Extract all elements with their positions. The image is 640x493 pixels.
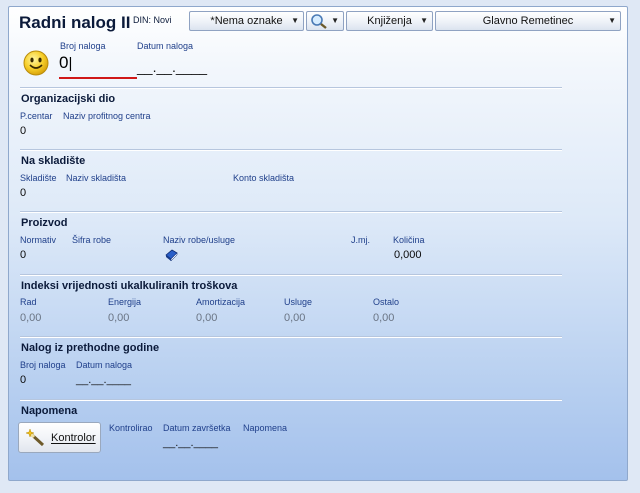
index-usluge-label: Usluge xyxy=(284,297,313,307)
index-amortizacija-label: Amortizacija xyxy=(196,297,246,307)
warehouse-input[interactable]: 0 xyxy=(20,187,26,199)
input-validation-underline xyxy=(59,77,137,79)
pcentar-label: P.centar xyxy=(20,111,53,121)
org-section-title: Organizacijski dio xyxy=(21,93,116,105)
indices-section-title: Indeksi vrijednosti ukalkuliranih troško… xyxy=(21,280,238,292)
prev-order-date-input[interactable]: __.__.____ xyxy=(76,374,131,386)
index-energija-label: Energija xyxy=(108,297,142,307)
knjizenja-combo[interactable]: Knjiženja ▼ xyxy=(346,11,433,31)
prev-order-number-label: Broj naloga xyxy=(20,360,66,370)
tag-combo[interactable]: *Nema oznake ▼ xyxy=(189,11,304,31)
location-combo-value: Glavno Remetinec xyxy=(482,15,574,27)
warehouse-account-label: Konto skladišta xyxy=(233,173,295,183)
index-ostalo-label: Ostalo xyxy=(373,297,400,307)
index-ostalo-input[interactable]: 0,00 xyxy=(373,312,394,324)
end-date-label: Datum završetka xyxy=(163,423,231,433)
chevron-down-icon: ▼ xyxy=(608,16,616,25)
index-amortizacija-input[interactable]: 0,00 xyxy=(196,312,217,324)
din-status: DIN: Novi xyxy=(133,15,172,25)
sifra-robe-label: Šifra robe xyxy=(72,235,112,245)
warehouse-label: Skladište xyxy=(20,173,57,183)
separator xyxy=(20,399,562,401)
index-rad-label: Rad xyxy=(20,297,37,307)
knjizenja-combo-value: Knjiženja xyxy=(367,15,412,27)
page-title: Radni nalog II xyxy=(19,13,131,32)
profit-center-name-label: Naziv profitnog centra xyxy=(63,111,151,121)
normativ-label: Normativ xyxy=(20,235,57,245)
prev-order-date-label: Datum naloga xyxy=(76,360,133,370)
order-number-input[interactable]: 0| xyxy=(59,53,72,73)
index-usluge-input[interactable]: 0,00 xyxy=(284,312,305,324)
unit-label: J.mj. xyxy=(351,235,370,245)
order-date-input[interactable]: __.__.____ xyxy=(137,59,207,75)
chevron-down-icon: ▼ xyxy=(420,16,428,25)
pcentar-input[interactable]: 0 xyxy=(20,125,26,137)
kontrolor-button[interactable]: Kontrolor xyxy=(18,422,101,453)
search-dropdown-button[interactable]: ▼ xyxy=(306,11,344,31)
note-section-title: Napomena xyxy=(21,405,78,417)
index-energija-input[interactable]: 0,00 xyxy=(108,312,129,324)
separator xyxy=(20,149,562,151)
chevron-down-icon: ▼ xyxy=(291,16,299,25)
index-rad-input[interactable]: 0,00 xyxy=(20,312,41,324)
controlled-by-label: Kontrolirao xyxy=(109,423,153,433)
magnifier-icon xyxy=(311,14,327,29)
book-icon[interactable] xyxy=(164,249,178,262)
warehouse-name-label: Naziv skladišta xyxy=(66,173,127,183)
smiley-icon xyxy=(23,50,49,76)
separator xyxy=(20,87,562,89)
location-combo[interactable]: Glavno Remetinec ▼ xyxy=(435,11,621,31)
separator xyxy=(20,211,562,213)
prev-year-section-title: Nalog iz prethodne godine xyxy=(21,342,160,354)
order-date-label: Datum naloga xyxy=(137,41,194,51)
chevron-down-icon: ▼ xyxy=(331,16,339,25)
separator xyxy=(20,274,562,276)
product-section-title: Proizvod xyxy=(21,217,68,229)
quantity-input[interactable]: 0,000 xyxy=(394,249,422,261)
wand-icon xyxy=(26,429,45,447)
quantity-label: Količina xyxy=(393,235,425,245)
note-label: Napomena xyxy=(243,423,288,433)
order-number-label: Broj naloga xyxy=(60,41,106,51)
prev-order-number-input[interactable]: 0 xyxy=(20,374,26,386)
kontrolor-button-label: Kontrolor xyxy=(51,432,96,444)
warehouse-section-title: Na skladište xyxy=(21,155,86,167)
end-date-input[interactable]: __.__.____ xyxy=(163,437,218,449)
normativ-input[interactable]: 0 xyxy=(20,249,26,261)
tag-combo-value: *Nema oznake xyxy=(210,15,283,27)
product-name-label: Naziv robe/usluge xyxy=(163,235,236,245)
separator xyxy=(20,336,562,338)
